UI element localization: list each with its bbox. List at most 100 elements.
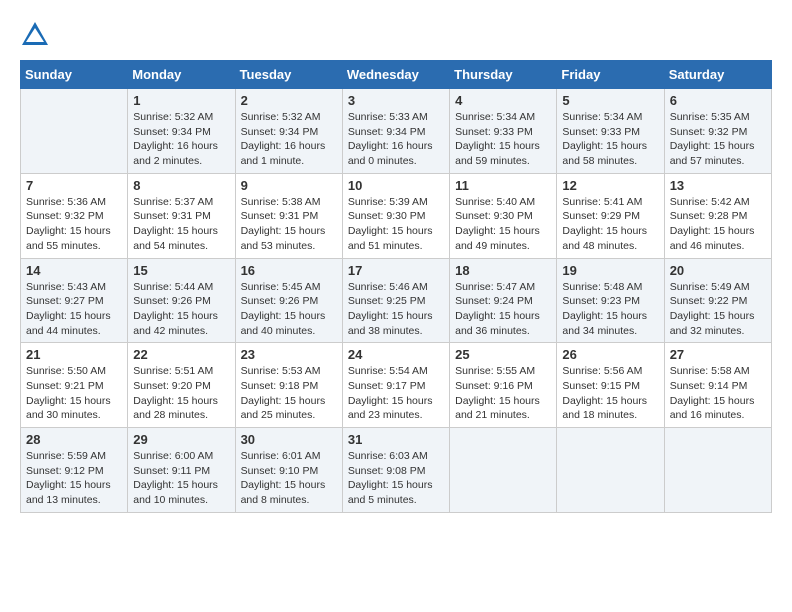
calendar-cell: 4 Sunrise: 5:34 AMSunset: 9:33 PMDaylight… bbox=[450, 89, 557, 174]
day-info: Sunrise: 5:59 AMSunset: 9:12 PMDaylight:… bbox=[26, 449, 122, 508]
day-number: 7 bbox=[26, 178, 122, 193]
day-number: 3 bbox=[348, 93, 444, 108]
calendar-cell: 18 Sunrise: 5:47 AMSunset: 9:24 PMDayligh… bbox=[450, 258, 557, 343]
day-info: Sunrise: 6:01 AMSunset: 9:10 PMDaylight:… bbox=[241, 449, 337, 508]
day-number: 4 bbox=[455, 93, 551, 108]
day-info: Sunrise: 5:54 AMSunset: 9:17 PMDaylight:… bbox=[348, 364, 444, 423]
day-info: Sunrise: 5:46 AMSunset: 9:25 PMDaylight:… bbox=[348, 280, 444, 339]
day-info: Sunrise: 5:50 AMSunset: 9:21 PMDaylight:… bbox=[26, 364, 122, 423]
day-number: 16 bbox=[241, 263, 337, 278]
calendar-cell: 5Sunrise: 5:34 AMSunset: 9:33 PMDaylight… bbox=[557, 89, 664, 174]
calendar-cell: 17Sunrise: 5:46 AMSunset: 9:25 PMDayligh… bbox=[342, 258, 449, 343]
day-info: Sunrise: 5:34 AMSunset: 9:33 PMDaylight:… bbox=[455, 110, 551, 169]
calendar-cell: 29 Sunrise: 6:00 AMSunset: 9:11 PMDayligh… bbox=[128, 428, 235, 513]
day-number: 28 bbox=[26, 432, 122, 447]
calendar-header-wednesday: Wednesday bbox=[342, 61, 449, 89]
calendar-cell: 26Sunrise: 5:56 AMSunset: 9:15 PMDayligh… bbox=[557, 343, 664, 428]
day-info: Sunrise: 5:41 AMSunset: 9:29 PMDaylight:… bbox=[562, 195, 658, 254]
calendar-week-2: 7 Sunrise: 5:36 AMSunset: 9:32 PMDaylight… bbox=[21, 173, 772, 258]
calendar-cell: 20 Sunrise: 5:49 AMSunset: 9:22 PMDayligh… bbox=[664, 258, 771, 343]
day-number: 2 bbox=[241, 93, 337, 108]
day-info: Sunrise: 5:33 AMSunset: 9:34 PMDaylight:… bbox=[348, 110, 444, 169]
calendar-cell: 30 Sunrise: 6:01 AMSunset: 9:10 PMDayligh… bbox=[235, 428, 342, 513]
calendar-cell bbox=[450, 428, 557, 513]
calendar-cell: 8 Sunrise: 5:37 AMSunset: 9:31 PMDaylight… bbox=[128, 173, 235, 258]
calendar-cell: 2 Sunrise: 5:32 AMSunset: 9:34 PMDaylight… bbox=[235, 89, 342, 174]
calendar-cell bbox=[664, 428, 771, 513]
calendar-week-5: 28 Sunrise: 5:59 AMSunset: 9:12 PMDayligh… bbox=[21, 428, 772, 513]
calendar-cell: 11 Sunrise: 5:40 AMSunset: 9:30 PMDayligh… bbox=[450, 173, 557, 258]
calendar-cell: 22Sunrise: 5:51 AMSunset: 9:20 PMDayligh… bbox=[128, 343, 235, 428]
calendar-cell: 28 Sunrise: 5:59 AMSunset: 9:12 PMDayligh… bbox=[21, 428, 128, 513]
day-number: 13 bbox=[670, 178, 766, 193]
day-number: 6 bbox=[670, 93, 766, 108]
day-info: Sunrise: 5:53 AMSunset: 9:18 PMDaylight:… bbox=[241, 364, 337, 423]
calendar-cell: 3 Sunrise: 5:33 AMSunset: 9:34 PMDaylight… bbox=[342, 89, 449, 174]
calendar-cell: 23Sunrise: 5:53 AMSunset: 9:18 PMDayligh… bbox=[235, 343, 342, 428]
calendar-cell: 6 Sunrise: 5:35 AMSunset: 9:32 PMDaylight… bbox=[664, 89, 771, 174]
logo-icon bbox=[20, 20, 50, 50]
day-info: Sunrise: 5:58 AMSunset: 9:14 PMDaylight:… bbox=[670, 364, 766, 423]
day-info: Sunrise: 5:39 AMSunset: 9:30 PMDaylight:… bbox=[348, 195, 444, 254]
day-info: Sunrise: 5:56 AMSunset: 9:15 PMDaylight:… bbox=[562, 364, 658, 423]
day-number: 27 bbox=[670, 347, 766, 362]
day-number: 20 bbox=[670, 263, 766, 278]
calendar-cell: 13 Sunrise: 5:42 AMSunset: 9:28 PMDayligh… bbox=[664, 173, 771, 258]
day-number: 10 bbox=[348, 178, 444, 193]
calendar-cell: 9 Sunrise: 5:38 AMSunset: 9:31 PMDaylight… bbox=[235, 173, 342, 258]
page-header bbox=[20, 20, 772, 50]
day-number: 1 bbox=[133, 93, 229, 108]
calendar-cell: 21 Sunrise: 5:50 AMSunset: 9:21 PMDayligh… bbox=[21, 343, 128, 428]
calendar-cell: 7 Sunrise: 5:36 AMSunset: 9:32 PMDaylight… bbox=[21, 173, 128, 258]
calendar-week-4: 21 Sunrise: 5:50 AMSunset: 9:21 PMDayligh… bbox=[21, 343, 772, 428]
day-info: Sunrise: 5:43 AMSunset: 9:27 PMDaylight:… bbox=[26, 280, 122, 339]
day-number: 14 bbox=[26, 263, 122, 278]
day-number: 25 bbox=[455, 347, 551, 362]
day-number: 24 bbox=[348, 347, 444, 362]
day-number: 21 bbox=[26, 347, 122, 362]
calendar-cell bbox=[21, 89, 128, 174]
day-number: 8 bbox=[133, 178, 229, 193]
calendar-cell: 10 Sunrise: 5:39 AMSunset: 9:30 PMDayligh… bbox=[342, 173, 449, 258]
day-info: Sunrise: 5:49 AMSunset: 9:22 PMDaylight:… bbox=[670, 280, 766, 339]
calendar-cell: 24 Sunrise: 5:54 AMSunset: 9:17 PMDayligh… bbox=[342, 343, 449, 428]
day-info: Sunrise: 5:32 AMSunset: 9:34 PMDaylight:… bbox=[133, 110, 229, 169]
calendar-cell bbox=[557, 428, 664, 513]
calendar-header-friday: Friday bbox=[557, 61, 664, 89]
calendar-header-thursday: Thursday bbox=[450, 61, 557, 89]
day-info: Sunrise: 5:44 AMSunset: 9:26 PMDaylight:… bbox=[133, 280, 229, 339]
day-number: 9 bbox=[241, 178, 337, 193]
day-info: Sunrise: 6:00 AMSunset: 9:11 PMDaylight:… bbox=[133, 449, 229, 508]
calendar-header-tuesday: Tuesday bbox=[235, 61, 342, 89]
day-info: Sunrise: 5:37 AMSunset: 9:31 PMDaylight:… bbox=[133, 195, 229, 254]
calendar-header-row: SundayMondayTuesdayWednesdayThursdayFrid… bbox=[21, 61, 772, 89]
calendar-week-1: 1 Sunrise: 5:32 AMSunset: 9:34 PMDaylight… bbox=[21, 89, 772, 174]
calendar-cell: 12 Sunrise: 5:41 AMSunset: 9:29 PMDayligh… bbox=[557, 173, 664, 258]
day-number: 12 bbox=[562, 178, 658, 193]
day-info: Sunrise: 5:38 AMSunset: 9:31 PMDaylight:… bbox=[241, 195, 337, 254]
day-number: 19 bbox=[562, 263, 658, 278]
calendar-header-monday: Monday bbox=[128, 61, 235, 89]
day-info: Sunrise: 5:47 AMSunset: 9:24 PMDaylight:… bbox=[455, 280, 551, 339]
day-info: Sunrise: 5:35 AMSunset: 9:32 PMDaylight:… bbox=[670, 110, 766, 169]
logo bbox=[20, 20, 54, 50]
day-info: Sunrise: 5:32 AMSunset: 9:34 PMDaylight:… bbox=[241, 110, 337, 169]
day-info: Sunrise: 5:48 AMSunset: 9:23 PMDaylight:… bbox=[562, 280, 658, 339]
day-info: Sunrise: 5:34 AMSunset: 9:33 PMDaylight:… bbox=[562, 110, 658, 169]
day-number: 18 bbox=[455, 263, 551, 278]
day-number: 30 bbox=[241, 432, 337, 447]
day-number: 22 bbox=[133, 347, 229, 362]
calendar-cell: 27 Sunrise: 5:58 AMSunset: 9:14 PMDayligh… bbox=[664, 343, 771, 428]
day-info: Sunrise: 5:55 AMSunset: 9:16 PMDaylight:… bbox=[455, 364, 551, 423]
calendar-week-3: 14 Sunrise: 5:43 AMSunset: 9:27 PMDayligh… bbox=[21, 258, 772, 343]
day-info: Sunrise: 5:45 AMSunset: 9:26 PMDaylight:… bbox=[241, 280, 337, 339]
calendar-cell: 19 Sunrise: 5:48 AMSunset: 9:23 PMDayligh… bbox=[557, 258, 664, 343]
day-number: 15 bbox=[133, 263, 229, 278]
calendar-cell: 15 Sunrise: 5:44 AMSunset: 9:26 PMDayligh… bbox=[128, 258, 235, 343]
day-info: Sunrise: 5:36 AMSunset: 9:32 PMDaylight:… bbox=[26, 195, 122, 254]
calendar-cell: 16 Sunrise: 5:45 AMSunset: 9:26 PMDayligh… bbox=[235, 258, 342, 343]
day-info: Sunrise: 5:40 AMSunset: 9:30 PMDaylight:… bbox=[455, 195, 551, 254]
day-info: Sunrise: 5:42 AMSunset: 9:28 PMDaylight:… bbox=[670, 195, 766, 254]
day-number: 11 bbox=[455, 178, 551, 193]
day-number: 29 bbox=[133, 432, 229, 447]
